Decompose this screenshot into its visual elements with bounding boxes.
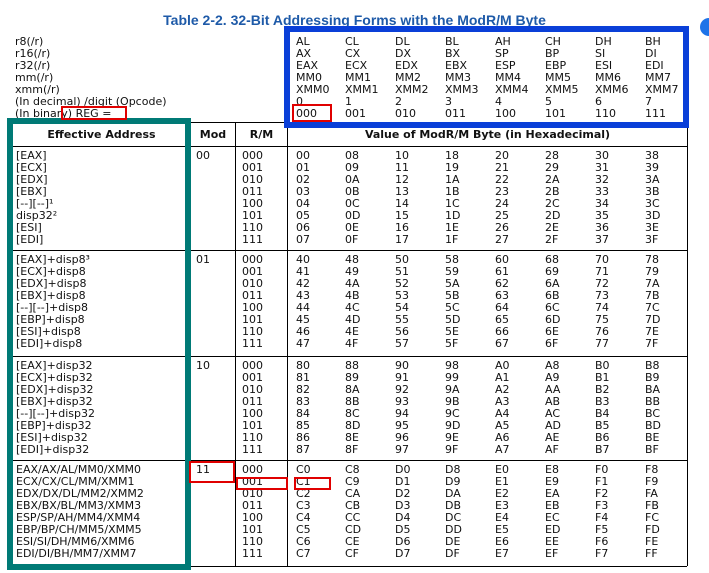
modrm-hex-cell: E7 [495,547,509,560]
mod-value: 00 [196,149,210,162]
rule [687,122,688,566]
header-mod: Mod [199,128,227,141]
modrm-hex-cell: CF [345,547,360,560]
rm-cell: 111 [242,443,263,456]
modrm-hex-cell: 17 [395,233,409,246]
scroll-indicator-icon [700,18,709,36]
modrm-hex-cell: 87 [296,443,310,456]
modrm-hex-cell: 1F [445,233,459,246]
teal-highlight-box [7,118,191,570]
red-highlight-c1 [294,477,331,490]
modrm-hex-cell: 4F [345,337,359,350]
modrm-hex-cell: 37 [595,233,609,246]
modrm-hex-cell: 9F [445,443,459,456]
modrm-hex-cell: 57 [395,337,409,350]
red-highlight-reg-000 [292,104,332,122]
mod-value: 01 [196,253,210,266]
modrm-hex-cell: 7F [645,337,659,350]
red-highlight-mod-11 [189,461,235,483]
modrm-hex-cell: 47 [296,337,310,350]
modrm-hex-cell: 67 [495,337,509,350]
modrm-hex-cell: DF [445,547,460,560]
modrm-hex-cell: D7 [395,547,411,560]
modrm-hex-cell: F7 [595,547,609,560]
modrm-hex-cell: EF [545,547,559,560]
modrm-hex-cell: 8F [345,443,359,456]
modrm-hex-cell: 2F [545,233,559,246]
red-highlight-rm-001 [236,477,288,490]
modrm-hex-cell: FF [645,547,658,560]
rule [235,122,236,566]
modrm-hex-cell: 5F [445,337,459,350]
modrm-hex-cell: 6F [545,337,559,350]
modrm-hex-cell: 77 [595,337,609,350]
modrm-hex-cell: C7 [296,547,311,560]
mod-value: 10 [196,359,210,372]
modrm-hex-cell: 27 [495,233,509,246]
modrm-hex-cell: 0F [345,233,359,246]
rm-cell: 111 [242,233,263,246]
modrm-hex-cell: A7 [495,443,510,456]
modrm-hex-cell: AF [545,443,559,456]
header-rm: R/M [249,128,274,141]
modrm-hex-cell: B7 [595,443,610,456]
header-value: Value of ModR/M Byte (in Hexadecimal) [364,128,611,141]
modrm-hex-cell: 3F [645,233,659,246]
modrm-hex-cell: 97 [395,443,409,456]
blue-highlight-box [284,26,689,128]
modrm-hex-cell: 07 [296,233,310,246]
red-highlight-reg [61,106,127,120]
modrm-hex-cell: BF [645,443,659,456]
rm-cell: 111 [242,337,263,350]
rule [287,122,288,566]
rm-cell: 111 [242,547,263,560]
